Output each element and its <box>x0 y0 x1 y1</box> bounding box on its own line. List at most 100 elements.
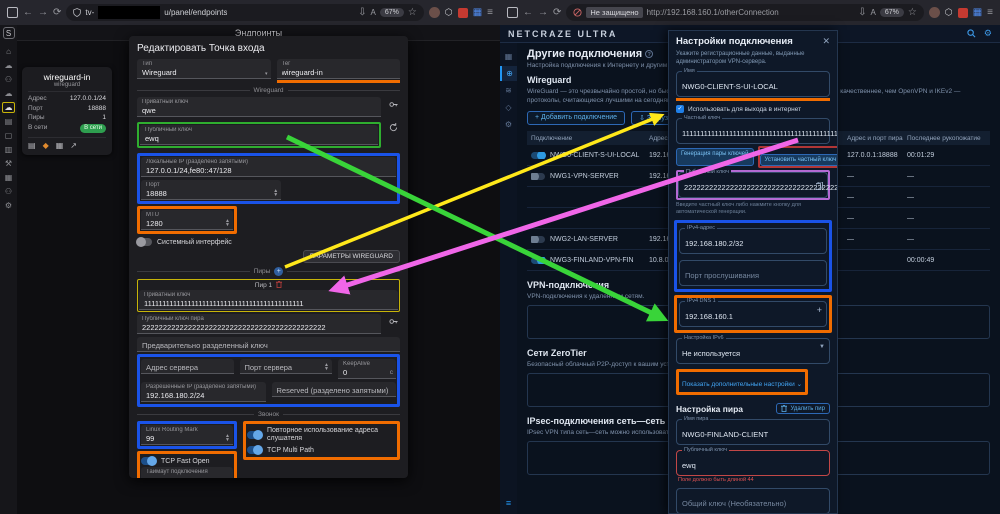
reload-icon[interactable]: ⟳ <box>553 8 561 18</box>
panels-icon[interactable]: ▥ <box>2 144 15 155</box>
endpoints-icon[interactable]: ☁ <box>2 102 15 113</box>
peer-private-key-field[interactable]: Приватный ключ 1111111111111111111111111… <box>139 290 398 310</box>
tab-icon[interactable] <box>507 7 518 18</box>
settings-icon[interactable]: ⚙ <box>2 200 15 211</box>
cloud-upload-icon[interactable]: ☁ <box>2 88 15 99</box>
qr-code-icon[interactable]: ▦ <box>56 141 64 150</box>
dns-field[interactable]: IPv4 DNS 1 192.168.160.1 + <box>679 301 827 327</box>
config-file-icon[interactable]: ▤ <box>28 141 36 150</box>
back-icon[interactable]: ← <box>23 8 33 18</box>
translate-icon[interactable]: A <box>871 9 876 17</box>
tab-icon[interactable] <box>7 7 18 18</box>
home-icon[interactable]: ⌂ <box>2 46 15 57</box>
stepper-icon[interactable]: ▲▼ <box>324 363 329 371</box>
mtu-field[interactable]: MTU 1280 ▲▼ <box>141 210 233 230</box>
tools-icon[interactable]: ⚒ <box>2 158 15 169</box>
name-field[interactable]: Имя NWG0-CLIENT-S-UI-LOCAL <box>676 71 830 97</box>
wifi-icon[interactable]: ≋ <box>500 83 517 98</box>
list-icon[interactable]: ▤ <box>2 116 15 127</box>
stepper-icon[interactable]: ▲▼ <box>273 189 278 197</box>
zoom-badge[interactable]: 67% <box>880 8 904 17</box>
shared-key-field[interactable]: Общий ключ (Необязательно) <box>676 488 830 514</box>
translate-icon[interactable]: A <box>371 9 376 17</box>
add-connection-button[interactable]: + Добавить подключение <box>527 111 625 125</box>
profile-avatar[interactable] <box>429 7 440 18</box>
preshared-key-field[interactable]: Предварительно разделенный ключ <box>137 337 400 352</box>
apps-icon[interactable]: ▦ <box>2 172 15 183</box>
ipv4-address-field[interactable]: IPv4-адрес 192.168.180.2/32 <box>679 228 827 254</box>
timeout-field[interactable]: Таймаут подключения 120 с <box>141 467 233 478</box>
delete-peer-icon[interactable] <box>276 281 282 290</box>
local-ip-field[interactable]: Локальные IP (разделено запятыми) 127.0.… <box>141 157 396 177</box>
search-icon[interactable] <box>967 29 976 38</box>
adblock-icon[interactable] <box>958 8 968 18</box>
bookmark-star-icon[interactable]: ☆ <box>908 8 917 18</box>
shield-icon[interactable]: ◇ <box>500 100 517 115</box>
allowed-ip-field[interactable]: Разрешенные IP (разделено запятыми) 192.… <box>141 382 266 402</box>
keepalive-field[interactable]: KeepAlive 0 с <box>338 359 396 379</box>
cloud-icon[interactable]: ☁ <box>2 60 15 71</box>
generate-keys-button[interactable]: Генерация пары ключей <box>676 148 754 166</box>
extension-icon[interactable]: ⬡ <box>445 8 453 17</box>
display-icon[interactable]: ▢ <box>2 130 15 141</box>
connection-toggle[interactable] <box>531 257 545 264</box>
advanced-settings-link[interactable]: Показать дополнительные настройки ⌄ <box>682 381 802 388</box>
delete-peer-button[interactable]: Удалить пир <box>776 403 830 414</box>
key-icon[interactable] <box>387 97 400 109</box>
tab-grid-icon[interactable]: ▦ <box>473 8 482 18</box>
export-file-icon[interactable]: ◆ <box>43 141 49 150</box>
refresh-icon[interactable] <box>387 120 400 132</box>
save-page-icon[interactable]: ⇩ <box>858 8 866 18</box>
ipv6-select[interactable]: Настройка IPv6 Не используется ▼ <box>676 338 830 364</box>
adblock-icon[interactable] <box>458 8 468 18</box>
profile-avatar[interactable] <box>929 7 940 18</box>
peer-public-key-field[interactable]: Публичный ключ пира 22222222222222222222… <box>137 314 381 334</box>
routing-mark-field[interactable]: Linux Routing Mark 99 ▲▼ <box>141 425 233 445</box>
public-key-field[interactable]: Публичный ключ ewq <box>140 125 378 145</box>
endpoint-card[interactable]: wireguard-in wireguard Адрес127.0.0.1/24… <box>22 67 112 155</box>
user-icon[interactable]: ⚇ <box>2 186 15 197</box>
menu-icon[interactable]: ≡ <box>487 8 493 18</box>
reserved-field[interactable]: Reserved (разделено запятыми) <box>272 382 397 397</box>
close-icon[interactable]: ✕ <box>822 36 830 47</box>
system-interface-toggle[interactable]: Системный интерфейс <box>137 238 400 246</box>
private-key-field[interactable]: Частный ключ 111111111111111111111111111… <box>676 118 830 144</box>
wireguard-params-button[interactable]: ПАРАМЕТРЫ WIREGUARD <box>303 250 400 263</box>
hamburger-icon[interactable]: ≡ <box>506 498 511 508</box>
back-icon[interactable]: ← <box>523 8 533 18</box>
zoom-badge[interactable]: 67% <box>380 8 404 17</box>
stepper-icon[interactable]: ▲▼ <box>225 434 230 442</box>
stepper-icon[interactable]: ▲▼ <box>225 219 230 227</box>
info-icon[interactable]: ? <box>645 50 653 58</box>
type-select[interactable]: Тип Wireguard ▾ <box>137 59 271 79</box>
peer-public-key-field[interactable]: Публичный ключ ewq <box>676 450 830 476</box>
set-private-key-button[interactable]: Установить частный ключ <box>760 154 839 166</box>
server-port-field[interactable]: Порт сервера ▲▼ <box>240 359 333 374</box>
settings-icon[interactable]: ⚙ <box>500 117 517 132</box>
tab-grid-icon[interactable]: ▦ <box>973 8 982 18</box>
connection-toggle[interactable] <box>531 152 545 159</box>
key-icon[interactable] <box>387 314 400 326</box>
peer-name-field[interactable]: Имя пира NWG0-FINLAND-CLIENT <box>676 419 830 445</box>
users-icon[interactable]: ⚇ <box>2 74 15 85</box>
connection-toggle[interactable] <box>531 173 545 180</box>
private-key-field[interactable]: Приватный ключ qwe <box>137 97 381 117</box>
dashboard-icon[interactable]: ▦ <box>500 49 517 64</box>
gear-icon[interactable]: ⚙ <box>984 28 992 39</box>
save-page-icon[interactable]: ⇩ <box>358 8 366 18</box>
internet-icon[interactable]: ⊕ <box>500 66 517 81</box>
port-field[interactable]: Порт 18888 ▲▼ <box>141 180 281 200</box>
tcp-fast-open-toggle[interactable]: TCP Fast Open <box>141 457 233 465</box>
forward-icon[interactable]: → <box>538 8 548 18</box>
address-bar[interactable]: Не защищено http://192.168.160.1/otherCo… <box>566 4 923 21</box>
listen-port-field[interactable]: Порт прослушивания <box>679 260 827 286</box>
tag-input[interactable]: Тег wireguard-in <box>277 59 401 79</box>
public-key-field[interactable]: Публичный ключ 2222222222222222222222222… <box>678 172 828 198</box>
forward-icon[interactable]: → <box>38 8 48 18</box>
server-address-field[interactable]: Адрес сервера <box>141 359 234 374</box>
connection-toggle[interactable] <box>531 236 545 243</box>
add-peer-icon[interactable]: + <box>274 267 283 276</box>
copy-icon[interactable] <box>816 177 823 195</box>
plus-icon[interactable]: + <box>817 306 822 314</box>
tcp-multipath-toggle[interactable]: TCP Multi Path <box>247 446 396 454</box>
